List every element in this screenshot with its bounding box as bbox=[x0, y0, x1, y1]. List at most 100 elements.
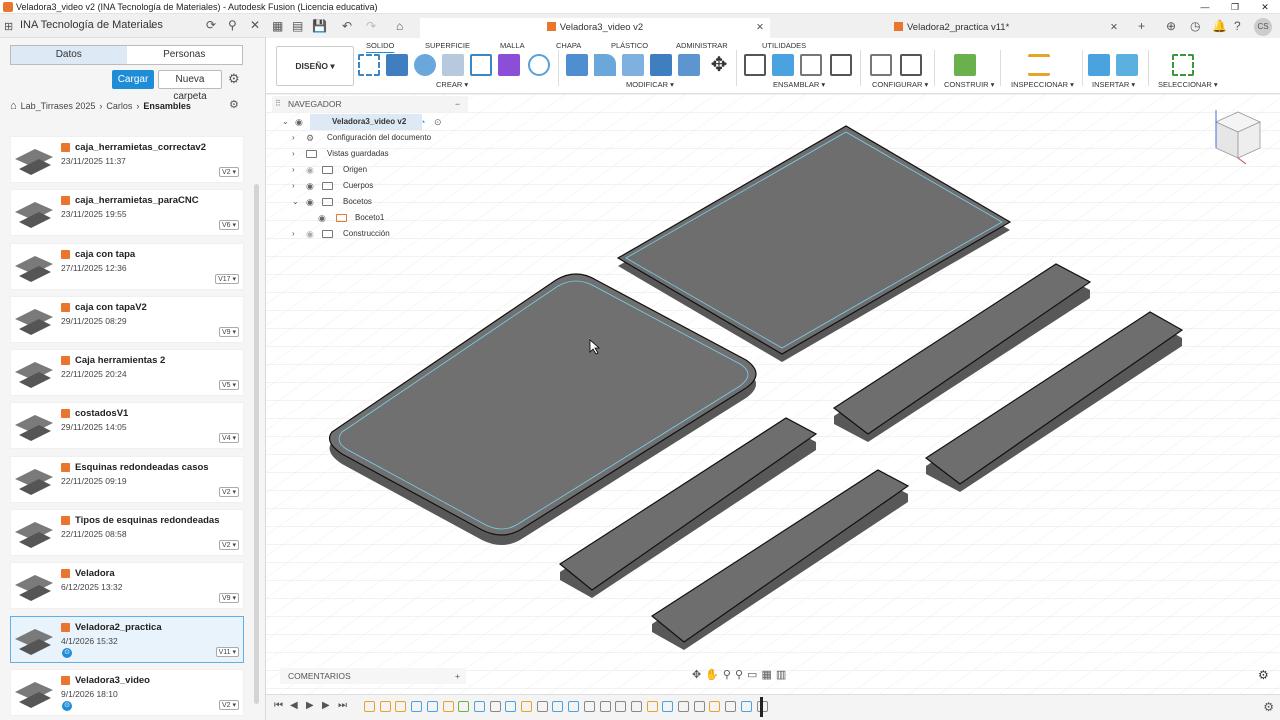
root-label[interactable]: Veladora3_video v2 bbox=[310, 114, 422, 130]
timeline-feature-icon[interactable] bbox=[379, 701, 391, 712]
timeline-feature-icon[interactable] bbox=[709, 701, 721, 712]
version-badge[interactable]: V4 ▾ bbox=[218, 433, 239, 444]
version-badge[interactable]: V2 ▾ bbox=[218, 699, 239, 710]
eye-icon[interactable]: ◉ bbox=[318, 210, 326, 226]
search-icon[interactable]: ⚲ bbox=[228, 18, 237, 32]
refresh-icon[interactable]: ⟳ bbox=[206, 18, 216, 32]
timeline-feature-icon[interactable] bbox=[568, 701, 580, 712]
display-settings-icon[interactable]: ▭ bbox=[747, 668, 757, 681]
team-header[interactable]: ⊞ INA Tecnología de Materiales ⌄ ⟳ ⚲ ✕ bbox=[0, 14, 266, 38]
tab-document[interactable]: Veladora2_practica v11* ✕ bbox=[774, 18, 1124, 40]
timeline-feature-icon[interactable] bbox=[489, 701, 501, 712]
grid-icon[interactable]: ⊞ bbox=[4, 20, 13, 33]
grid-icon[interactable]: ▦ bbox=[272, 19, 283, 33]
tab-datos[interactable]: Datos bbox=[11, 46, 127, 64]
add-tab-icon[interactable]: + bbox=[1138, 19, 1145, 33]
timeline-feature-icon[interactable] bbox=[521, 701, 532, 712]
new-component-icon[interactable] bbox=[744, 54, 766, 76]
play-icon[interactable]: ▶ bbox=[306, 700, 314, 711]
workspace-switcher[interactable]: DISEÑO ▾ bbox=[276, 46, 354, 86]
box-icon[interactable] bbox=[498, 54, 520, 76]
group-construir[interactable]: CONSTRUIR ▾ bbox=[944, 80, 994, 89]
file-item[interactable]: Caja herramientas 2 22/11/2025 20:24 V5 ▾ bbox=[10, 349, 244, 397]
chevron-right-icon[interactable]: › bbox=[292, 178, 295, 194]
go-to-end-icon[interactable]: ⏭ bbox=[338, 700, 347, 711]
chevron-down-icon[interactable]: ⌄ bbox=[292, 194, 299, 210]
chevron-down-icon[interactable]: ⌄ bbox=[282, 114, 289, 130]
activate-icon[interactable]: ⊙ bbox=[434, 114, 442, 130]
save-icon[interactable]: 💾 bbox=[312, 19, 327, 33]
timeline-feature-icon[interactable] bbox=[536, 701, 548, 712]
tab-document-active[interactable]: Veladora3_video v2 ✕ bbox=[420, 18, 770, 40]
press-pull-icon[interactable] bbox=[566, 54, 588, 76]
team-name[interactable]: INA Tecnología de Materiales bbox=[20, 19, 163, 31]
collapse-icon[interactable]: − bbox=[455, 96, 460, 112]
tab-personas[interactable]: Personas bbox=[126, 46, 242, 64]
configuration-table-icon[interactable] bbox=[900, 54, 922, 76]
hole-icon[interactable] bbox=[442, 54, 464, 76]
chevron-right-icon[interactable]: › bbox=[292, 162, 295, 178]
help-icon[interactable]: ? bbox=[1234, 19, 1241, 33]
undo-icon[interactable]: ↶ bbox=[342, 19, 352, 33]
select-icon[interactable] bbox=[1172, 54, 1194, 76]
insert-derive-icon[interactable] bbox=[1088, 54, 1110, 76]
file-item[interactable]: caja con tapaV2 29/11/2025 08:29 V9 ▾ bbox=[10, 295, 244, 343]
group-ensamblar[interactable]: ENSAMBLAR ▾ bbox=[773, 80, 825, 89]
timeline-feature-icon[interactable] bbox=[615, 701, 627, 712]
tree-item[interactable]: › Vistas guardadas bbox=[272, 146, 468, 162]
file-item[interactable]: Tipos de esquinas redondeadas 22/11/2025 … bbox=[10, 509, 244, 557]
timeline-feature-icon[interactable] bbox=[646, 701, 658, 712]
grid-settings-icon[interactable]: ▦ bbox=[761, 668, 771, 681]
version-badge[interactable]: V2 ▾ bbox=[218, 540, 239, 551]
group-modificar[interactable]: MODIFICAR ▾ bbox=[626, 80, 674, 89]
file-item[interactable]: Veladora 6/12/2025 13:32 V9 ▾ bbox=[10, 562, 244, 610]
split-icon[interactable] bbox=[678, 54, 700, 76]
parameters-icon[interactable] bbox=[870, 54, 892, 76]
timeline-feature-icon[interactable] bbox=[552, 701, 564, 712]
step-forward-icon[interactable]: ▶ bbox=[322, 700, 330, 711]
version-badge[interactable]: V5 ▾ bbox=[218, 380, 239, 391]
timeline-feature-icon[interactable] bbox=[473, 701, 485, 712]
pattern-icon[interactable] bbox=[470, 54, 492, 76]
combine-icon[interactable] bbox=[650, 54, 672, 76]
group-crear[interactable]: CREAR ▾ bbox=[436, 80, 468, 89]
timeline-feature-icon[interactable] bbox=[662, 701, 674, 712]
file-item[interactable]: Veladora3_video 9/1/2026 18:10 ⊙ V2 ▾ bbox=[10, 668, 244, 716]
timeline-feature-icon[interactable] bbox=[411, 701, 423, 712]
close-panel-icon[interactable]: ✕ bbox=[250, 18, 260, 32]
timeline-marker[interactable] bbox=[760, 697, 763, 717]
extrude-icon[interactable] bbox=[386, 54, 408, 76]
file-item[interactable]: caja con tapa 27/11/2025 12:36 V17 ▾ bbox=[10, 242, 244, 290]
home-icon[interactable]: ⌂ bbox=[396, 19, 403, 33]
timeline-feature-icon[interactable] bbox=[426, 701, 438, 712]
pan-icon[interactable]: ✋ bbox=[705, 668, 719, 681]
timeline-feature-icon[interactable] bbox=[583, 701, 595, 712]
measure-icon[interactable] bbox=[1028, 54, 1050, 76]
timeline-feature-icon[interactable] bbox=[740, 701, 752, 712]
breadcrumb-item[interactable]: Carlos bbox=[106, 101, 132, 111]
close-tab-icon[interactable]: ✕ bbox=[1110, 18, 1118, 38]
maximize-icon[interactable]: ❐ bbox=[1220, 0, 1250, 14]
tree-item[interactable]: › ⚙ Configuración del documento bbox=[272, 130, 468, 146]
gear-icon[interactable]: ⚙ bbox=[228, 71, 240, 87]
browser-header[interactable]: ⠿ NAVEGADOR − bbox=[272, 96, 468, 112]
timeline-feature-icon[interactable] bbox=[678, 701, 689, 712]
timeline-feature-icon[interactable] bbox=[395, 701, 407, 712]
version-badge[interactable]: V9 ▾ bbox=[218, 593, 239, 604]
timeline-feature-icon[interactable] bbox=[364, 701, 375, 712]
timeline-feature-icon[interactable] bbox=[599, 701, 611, 712]
redo-icon[interactable]: ↷ bbox=[366, 19, 376, 33]
close-tab-icon[interactable]: ✕ bbox=[756, 18, 764, 38]
chevron-right-icon[interactable]: › bbox=[292, 130, 295, 146]
view-cube[interactable] bbox=[1208, 104, 1264, 164]
file-item[interactable]: costadosV1 29/11/2025 14:05 V4 ▾ bbox=[10, 402, 244, 450]
tab-chapa[interactable]: CHAPA bbox=[556, 41, 581, 50]
folder-settings-icon[interactable]: ⚙ bbox=[229, 98, 239, 111]
breadcrumb-item[interactable]: Lab_Tirrases 2025 bbox=[21, 101, 96, 111]
eye-hidden-icon[interactable]: ◉ bbox=[306, 162, 314, 178]
tree-item[interactable]: › ◉ Origen bbox=[272, 162, 468, 178]
eye-hidden-icon[interactable]: ◉ bbox=[306, 226, 314, 242]
avatar[interactable]: CS bbox=[1254, 18, 1272, 36]
timeline-feature-icon[interactable] bbox=[505, 701, 517, 712]
version-badge[interactable]: V6 ▾ bbox=[218, 220, 239, 231]
